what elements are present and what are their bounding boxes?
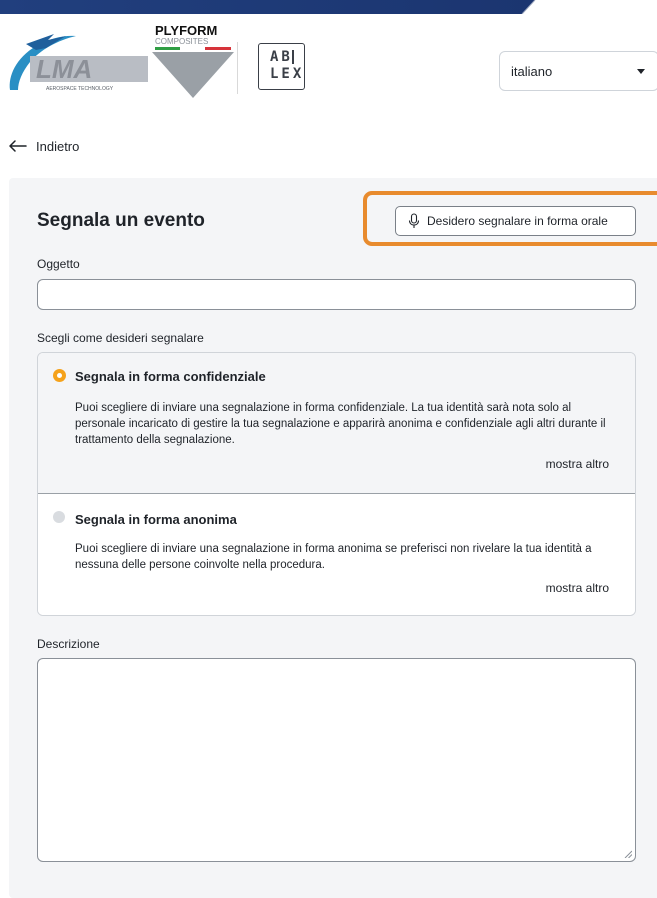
report-mode-options: Segnala in forma confidenziale Puoi sceg… (37, 352, 636, 616)
option-anonymous-description: Puoi scegliere di inviare una segnalazio… (75, 543, 592, 571)
lma-wordmark: LMA (36, 54, 92, 84)
subject-label: Oggetto (37, 257, 80, 271)
option-confidential[interactable]: Segnala in forma confidenziale Puoi sceg… (38, 353, 635, 494)
oral-report-button-label: Desidero segnalare in forma orale (427, 214, 608, 228)
subject-input[interactable] (37, 279, 636, 310)
logo-divider (237, 42, 238, 94)
top-brand-bar (0, 0, 536, 14)
option-confidential-title: Segnala in forma confidenziale (75, 369, 266, 384)
option-anonymous[interactable]: Segnala in forma anonima Puoi scegliere … (38, 494, 635, 615)
option-anonymous-title: Segnala in forma anonima (75, 512, 237, 527)
radio-selected[interactable] (53, 369, 66, 382)
oral-report-button[interactable]: Desidero segnalare in forma orale (395, 206, 636, 236)
report-mode-label: Scegli come desideri segnalare (37, 331, 204, 345)
resize-grip-icon[interactable] (624, 850, 632, 858)
ablex-row-2: LEX (270, 66, 305, 82)
microphone-icon (408, 213, 420, 228)
language-select[interactable]: italiano (499, 51, 657, 91)
description-label: Descrizione (37, 637, 100, 651)
chevron-down-icon (637, 69, 645, 74)
description-textarea[interactable] (37, 658, 636, 862)
plyform-sub: COMPOSITES (155, 37, 208, 46)
arrow-left-icon (9, 140, 27, 152)
page-title: Segnala un evento (37, 210, 205, 231)
lma-logo: LMA AEROSPACE TECHNOLOGY (9, 34, 148, 92)
back-link[interactable]: Indietro (8, 136, 79, 156)
lma-tagline: AEROSPACE TECHNOLOGY (46, 86, 114, 92)
radio-unselected[interactable] (53, 511, 65, 523)
show-more-link[interactable]: mostra altro (546, 457, 609, 471)
plyform-wordmark: PLYFORM (155, 23, 217, 38)
plyform-logo: PLYFORM COMPOSITES (152, 23, 234, 98)
back-label: Indietro (36, 138, 80, 154)
show-more-link[interactable]: mostra altro (546, 581, 609, 595)
ablex-row-1: AB (270, 49, 293, 65)
language-select-value: italiano (511, 64, 553, 79)
ablex-logo: AB LEX (258, 43, 305, 90)
option-confidential-description: Puoi scegliere di inviare una segnalazio… (75, 402, 606, 446)
